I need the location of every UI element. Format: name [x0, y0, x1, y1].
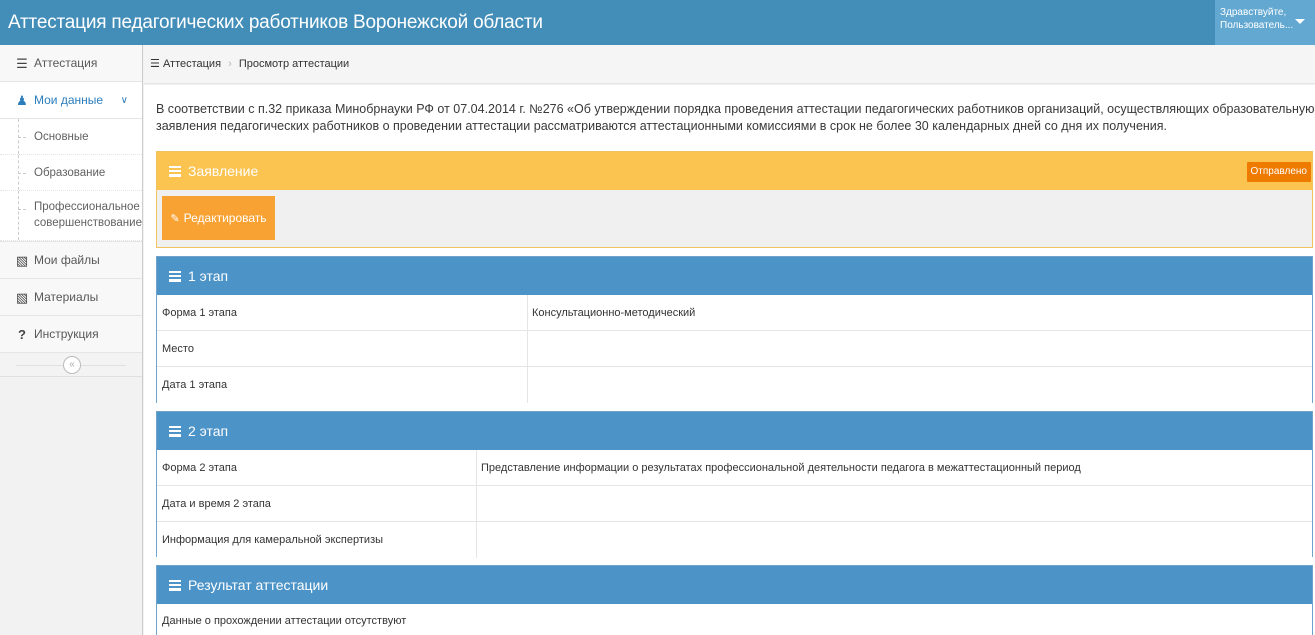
submenu-item-education[interactable]: Образование — [0, 155, 142, 191]
row-value: Представление информации о результатах п… — [481, 462, 1081, 474]
list-icon: ☰ — [16, 56, 28, 71]
panel-header: Результат аттестации — [157, 566, 1312, 604]
question-icon: ? — [18, 327, 26, 342]
edit-button[interactable]: ✎ Редактировать — [162, 196, 275, 240]
breadcrumb-link-attestation[interactable]: Аттестация — [163, 58, 221, 70]
table-row: Информация для камеральной экспертизы — [157, 522, 1312, 558]
sidebar-item-materials[interactable]: ▧ Материалы — [0, 279, 142, 316]
sidebar-item-label: Материалы — [34, 290, 99, 304]
stage2-panel: 2 этап Форма 2 этапа Представление инфор… — [156, 411, 1313, 558]
table-row: Дата 1 этапа — [157, 367, 1312, 403]
row-key: Место — [157, 331, 528, 366]
sidebar-item-attestation[interactable]: ☰ Аттестация — [0, 45, 142, 82]
caret-down-icon — [1295, 19, 1305, 24]
submenu-item-label: Образование — [34, 167, 106, 179]
intro-line: заявления педагогических работников о пр… — [156, 119, 1168, 133]
intro-text: В соответствии с п.32 приказа Минобрнаук… — [156, 101, 1315, 135]
panel-header: Заявление Отправлено — [157, 152, 1312, 190]
sidebar-item-label: Аттестация — [34, 56, 98, 70]
table-row: Форма 1 этапа Консультационно-методическ… — [157, 295, 1312, 331]
submenu-item-label: Основные — [34, 131, 89, 143]
edit-icon: ✎ — [170, 213, 180, 225]
submenu-item-professional-development[interactable]: Профессиональное совершенствование — [0, 191, 142, 241]
user-icon: ♟ — [16, 93, 28, 108]
main-content: В соответствии с п.32 приказа Минобрнаук… — [144, 85, 1315, 635]
edit-button-label: Редактировать — [183, 211, 267, 225]
status-badge: Отправлено — [1246, 162, 1311, 182]
result-panel: Результат аттестации Данные о прохождени… — [156, 565, 1313, 635]
sidebar-item-label: Мои данные — [34, 93, 104, 107]
row-value: Консультационно-методический — [532, 307, 696, 319]
list-icon — [169, 426, 181, 437]
row-key: Форма 1 этапа — [157, 295, 528, 330]
list-icon: ☰ — [150, 58, 160, 70]
sidebar-item-my-data[interactable]: ♟ Мои данные ∨ — [0, 82, 142, 119]
table-row: Место — [157, 331, 1312, 367]
app-title[interactable]: Аттестация педагогических работников Вор… — [8, 0, 543, 45]
sidebar-item-my-files[interactable]: ▧ Мои файлы — [0, 242, 142, 279]
greeting-text: Здравствуйте, — [1220, 7, 1287, 18]
chevron-down-icon: ∨ — [120, 95, 128, 106]
table-row: Дата и время 2 этапа — [157, 486, 1312, 522]
briefcase-icon: ▧ — [15, 290, 29, 305]
briefcase-icon: ▧ — [15, 253, 29, 268]
submenu-item-label: Профессиональное совершенствование — [34, 201, 142, 229]
panel-title: 2 этап — [188, 423, 229, 439]
row-value — [477, 522, 1312, 558]
panel-body: ✎ Редактировать — [157, 190, 1312, 247]
row-key: Дата 1 этапа — [157, 367, 528, 403]
row-key: Форма 2 этапа — [157, 450, 477, 485]
panel-title: 1 этап — [188, 268, 229, 284]
list-icon — [169, 271, 181, 282]
breadcrumb: ☰ Аттестация › Просмотр аттестации — [144, 45, 1315, 84]
breadcrumb-separator: › — [228, 58, 232, 70]
submenu-item-basic[interactable]: Основные — [0, 119, 142, 155]
row-value — [477, 486, 1312, 521]
list-icon — [169, 166, 181, 177]
result-text: Данные о прохождении аттестации отсутств… — [162, 615, 407, 627]
sidebar-collapse-row: « — [0, 353, 142, 377]
row-key: Информация для камеральной экспертизы — [157, 522, 477, 558]
stage1-panel: 1 этап Форма 1 этапа Консультационно-мет… — [156, 256, 1313, 403]
row-value — [528, 367, 1312, 403]
double-chevron-left-icon[interactable]: « — [63, 356, 81, 374]
breadcrumb-current: Просмотр аттестации — [238, 58, 350, 70]
table-row: Данные о прохождении аттестации отсутств… — [157, 604, 1312, 635]
application-panel: Заявление Отправлено ✎ Редактировать — [156, 151, 1313, 248]
sidebar-item-instruction[interactable]: ? Инструкция — [0, 316, 142, 353]
sidebar-item-label: Инструкция — [34, 327, 99, 341]
list-icon — [169, 580, 181, 591]
table-row: Форма 2 этапа Представление информации о… — [157, 450, 1312, 486]
sidebar: ☰ Аттестация ♟ Мои данные ∨ Основные Обр… — [0, 45, 143, 635]
panel-header: 1 этап — [157, 257, 1312, 295]
panel-header: 2 этап — [157, 412, 1312, 450]
row-key: Дата и время 2 этапа — [157, 486, 477, 521]
top-navbar: Аттестация педагогических работников Вор… — [0, 0, 1315, 45]
submenu-my-data: Основные Образование Профессиональное со… — [0, 119, 142, 242]
intro-line: В соответствии с п.32 приказа Минобрнаук… — [156, 102, 1315, 116]
row-value — [528, 331, 1312, 366]
sidebar-item-label: Мои файлы — [34, 253, 100, 267]
panel-title: Заявление — [188, 163, 259, 179]
panel-title: Результат аттестации — [188, 577, 329, 593]
user-menu[interactable]: Здравствуйте, Пользователь... — [1215, 0, 1315, 45]
